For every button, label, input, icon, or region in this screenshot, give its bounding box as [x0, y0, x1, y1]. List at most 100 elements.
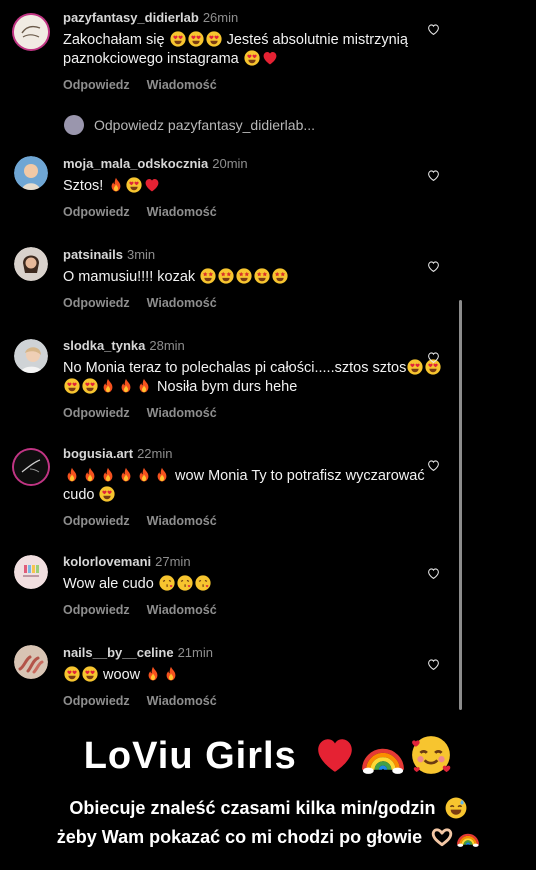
- heart-eyes-emoji-icon: [99, 486, 115, 502]
- comment-time: 28min: [149, 338, 185, 353]
- comment-text-part: Zakochałam się: [63, 32, 165, 48]
- kiss-emoji-icon: [159, 575, 175, 591]
- heart-hands-emoji-icon: [431, 826, 453, 848]
- like-heart-icon[interactable]: [427, 23, 440, 36]
- comment-text-part: Sztos!: [63, 178, 104, 194]
- comment-text: O mamusiu!!!! kozak: [63, 268, 456, 287]
- message-button[interactable]: Wiadomość: [147, 603, 217, 617]
- star-struck-emoji-icon: [200, 268, 216, 284]
- comment-time: 3min: [126, 247, 156, 262]
- comment-username[interactable]: bogusia.art: [63, 446, 133, 461]
- scrollbar[interactable]: [459, 300, 462, 710]
- red-heart-emoji-icon: [314, 734, 356, 776]
- smiling-face-with-hearts-emoji-icon: [410, 734, 452, 776]
- heart-eyes-emoji-icon: [407, 359, 423, 375]
- fire-emoji-icon: [118, 378, 134, 394]
- comment-text: No Monia teraz to polechalas pi całości.…: [63, 359, 456, 397]
- story-caption-text: Obiecuje znaleść czasami kilka min/godzi…: [69, 798, 436, 818]
- rainbow-emoji-icon: [362, 734, 404, 776]
- fire-emoji-icon: [154, 467, 170, 483]
- avatar[interactable]: [14, 555, 48, 589]
- like-heart-icon[interactable]: [427, 351, 440, 364]
- story-caption-line: Obiecuje znaleść czasami kilka min/godzi…: [0, 797, 536, 819]
- view-replies-label: Odpowiedz pazyfantasy_didierlab...: [94, 117, 316, 133]
- comment-username[interactable]: moja_mala_odskocznia: [63, 156, 208, 171]
- avatar[interactable]: [14, 156, 48, 190]
- grinning-sweat-emoji-icon: [445, 797, 467, 819]
- star-struck-emoji-icon: [272, 268, 288, 284]
- comment-text: Zakochałam się Jesteś absolutnie mistrzy…: [63, 31, 456, 69]
- star-struck-emoji-icon: [254, 268, 270, 284]
- story-caption-text: żeby Wam pokazać co mi chodzi po głowie: [56, 827, 423, 847]
- fire-emoji-icon: [82, 467, 98, 483]
- reply-button[interactable]: Odpowiedz: [63, 406, 130, 420]
- message-button[interactable]: Wiadomość: [147, 78, 217, 92]
- comment-time: 20min: [212, 156, 248, 171]
- heart-eyes-emoji-icon: [170, 31, 186, 47]
- like-heart-icon[interactable]: [427, 567, 440, 580]
- avatar[interactable]: [14, 15, 48, 49]
- reply-button[interactable]: Odpowiedz: [63, 296, 130, 310]
- reply-button[interactable]: Odpowiedz: [63, 603, 130, 617]
- comment-username[interactable]: kolorlovemani: [63, 554, 151, 569]
- comment-time: 27min: [155, 554, 191, 569]
- like-heart-icon[interactable]: [427, 260, 440, 273]
- red-heart-emoji-icon: [262, 50, 278, 66]
- fire-emoji-icon: [118, 467, 134, 483]
- comment-text: woow: [63, 666, 456, 685]
- like-heart-icon[interactable]: [427, 658, 440, 671]
- fire-emoji-icon: [64, 467, 80, 483]
- reply-button[interactable]: Odpowiedz: [63, 78, 130, 92]
- kiss-emoji-icon: [177, 575, 193, 591]
- heart-eyes-emoji-icon: [64, 666, 80, 682]
- message-button[interactable]: Wiadomość: [147, 514, 217, 528]
- comment-text-part: O mamusiu!!!! kozak: [63, 269, 196, 285]
- fire-emoji-icon: [100, 378, 116, 394]
- fire-emoji-icon: [145, 666, 161, 682]
- star-struck-emoji-icon: [218, 268, 234, 284]
- fire-emoji-icon: [100, 467, 116, 483]
- comment-username[interactable]: patsinails: [63, 247, 123, 262]
- comment-time: 26min: [202, 10, 239, 25]
- avatar[interactable]: [14, 645, 48, 679]
- fire-emoji-icon: [136, 467, 152, 483]
- heart-eyes-emoji-icon: [188, 31, 204, 47]
- avatar: [64, 115, 84, 135]
- reply-button[interactable]: Odpowiedz: [63, 205, 130, 219]
- comment-text: Wow ale cudo: [63, 575, 456, 594]
- comment-text-part: No Monia teraz to polechalas pi całości.…: [63, 360, 407, 376]
- comment-username[interactable]: nails__by__celine: [63, 645, 174, 660]
- avatar[interactable]: [14, 450, 48, 484]
- heart-eyes-emoji-icon: [64, 378, 80, 394]
- comment-username[interactable]: slodka_tynka: [63, 338, 145, 353]
- comment-text: Sztos!: [63, 177, 456, 196]
- message-button[interactable]: Wiadomość: [147, 694, 217, 708]
- reply-button[interactable]: Odpowiedz: [63, 514, 130, 528]
- fire-emoji-icon: [108, 177, 124, 193]
- message-button[interactable]: Wiadomość: [147, 406, 217, 420]
- like-heart-icon[interactable]: [427, 169, 440, 182]
- message-button[interactable]: Wiadomość: [147, 296, 217, 310]
- comment-text: wow Monia Ty to potrafisz wyczarować cud…: [63, 467, 456, 505]
- message-button[interactable]: Wiadomość: [147, 205, 217, 219]
- reply-button[interactable]: Odpowiedz: [63, 694, 130, 708]
- view-replies-button[interactable]: Odpowiedz pazyfantasy_didierlab...: [64, 115, 315, 137]
- avatar[interactable]: [14, 247, 48, 281]
- fire-emoji-icon: [136, 378, 152, 394]
- heart-eyes-emoji-icon: [82, 666, 98, 682]
- like-heart-icon[interactable]: [427, 459, 440, 472]
- rainbow-emoji-icon: [457, 826, 479, 848]
- avatar[interactable]: [14, 339, 48, 373]
- star-struck-emoji-icon: [236, 268, 252, 284]
- comment-text-part: woow: [103, 667, 141, 683]
- story-caption-line: żeby Wam pokazać co mi chodzi po głowie: [0, 826, 536, 848]
- heart-eyes-emoji-icon: [126, 177, 142, 193]
- comment-text-part: Wow ale cudo: [63, 576, 154, 592]
- heart-eyes-emoji-icon: [82, 378, 98, 394]
- red-heart-emoji-icon: [144, 177, 160, 193]
- comment-time: 21min: [177, 645, 213, 660]
- comment-username[interactable]: pazyfantasy_didierlab: [63, 10, 199, 25]
- story-title-text: LoViu Girls: [83, 735, 297, 777]
- comment-text-part: Nosiła bym durs hehe: [157, 379, 298, 395]
- comment-time: 22min: [137, 446, 173, 461]
